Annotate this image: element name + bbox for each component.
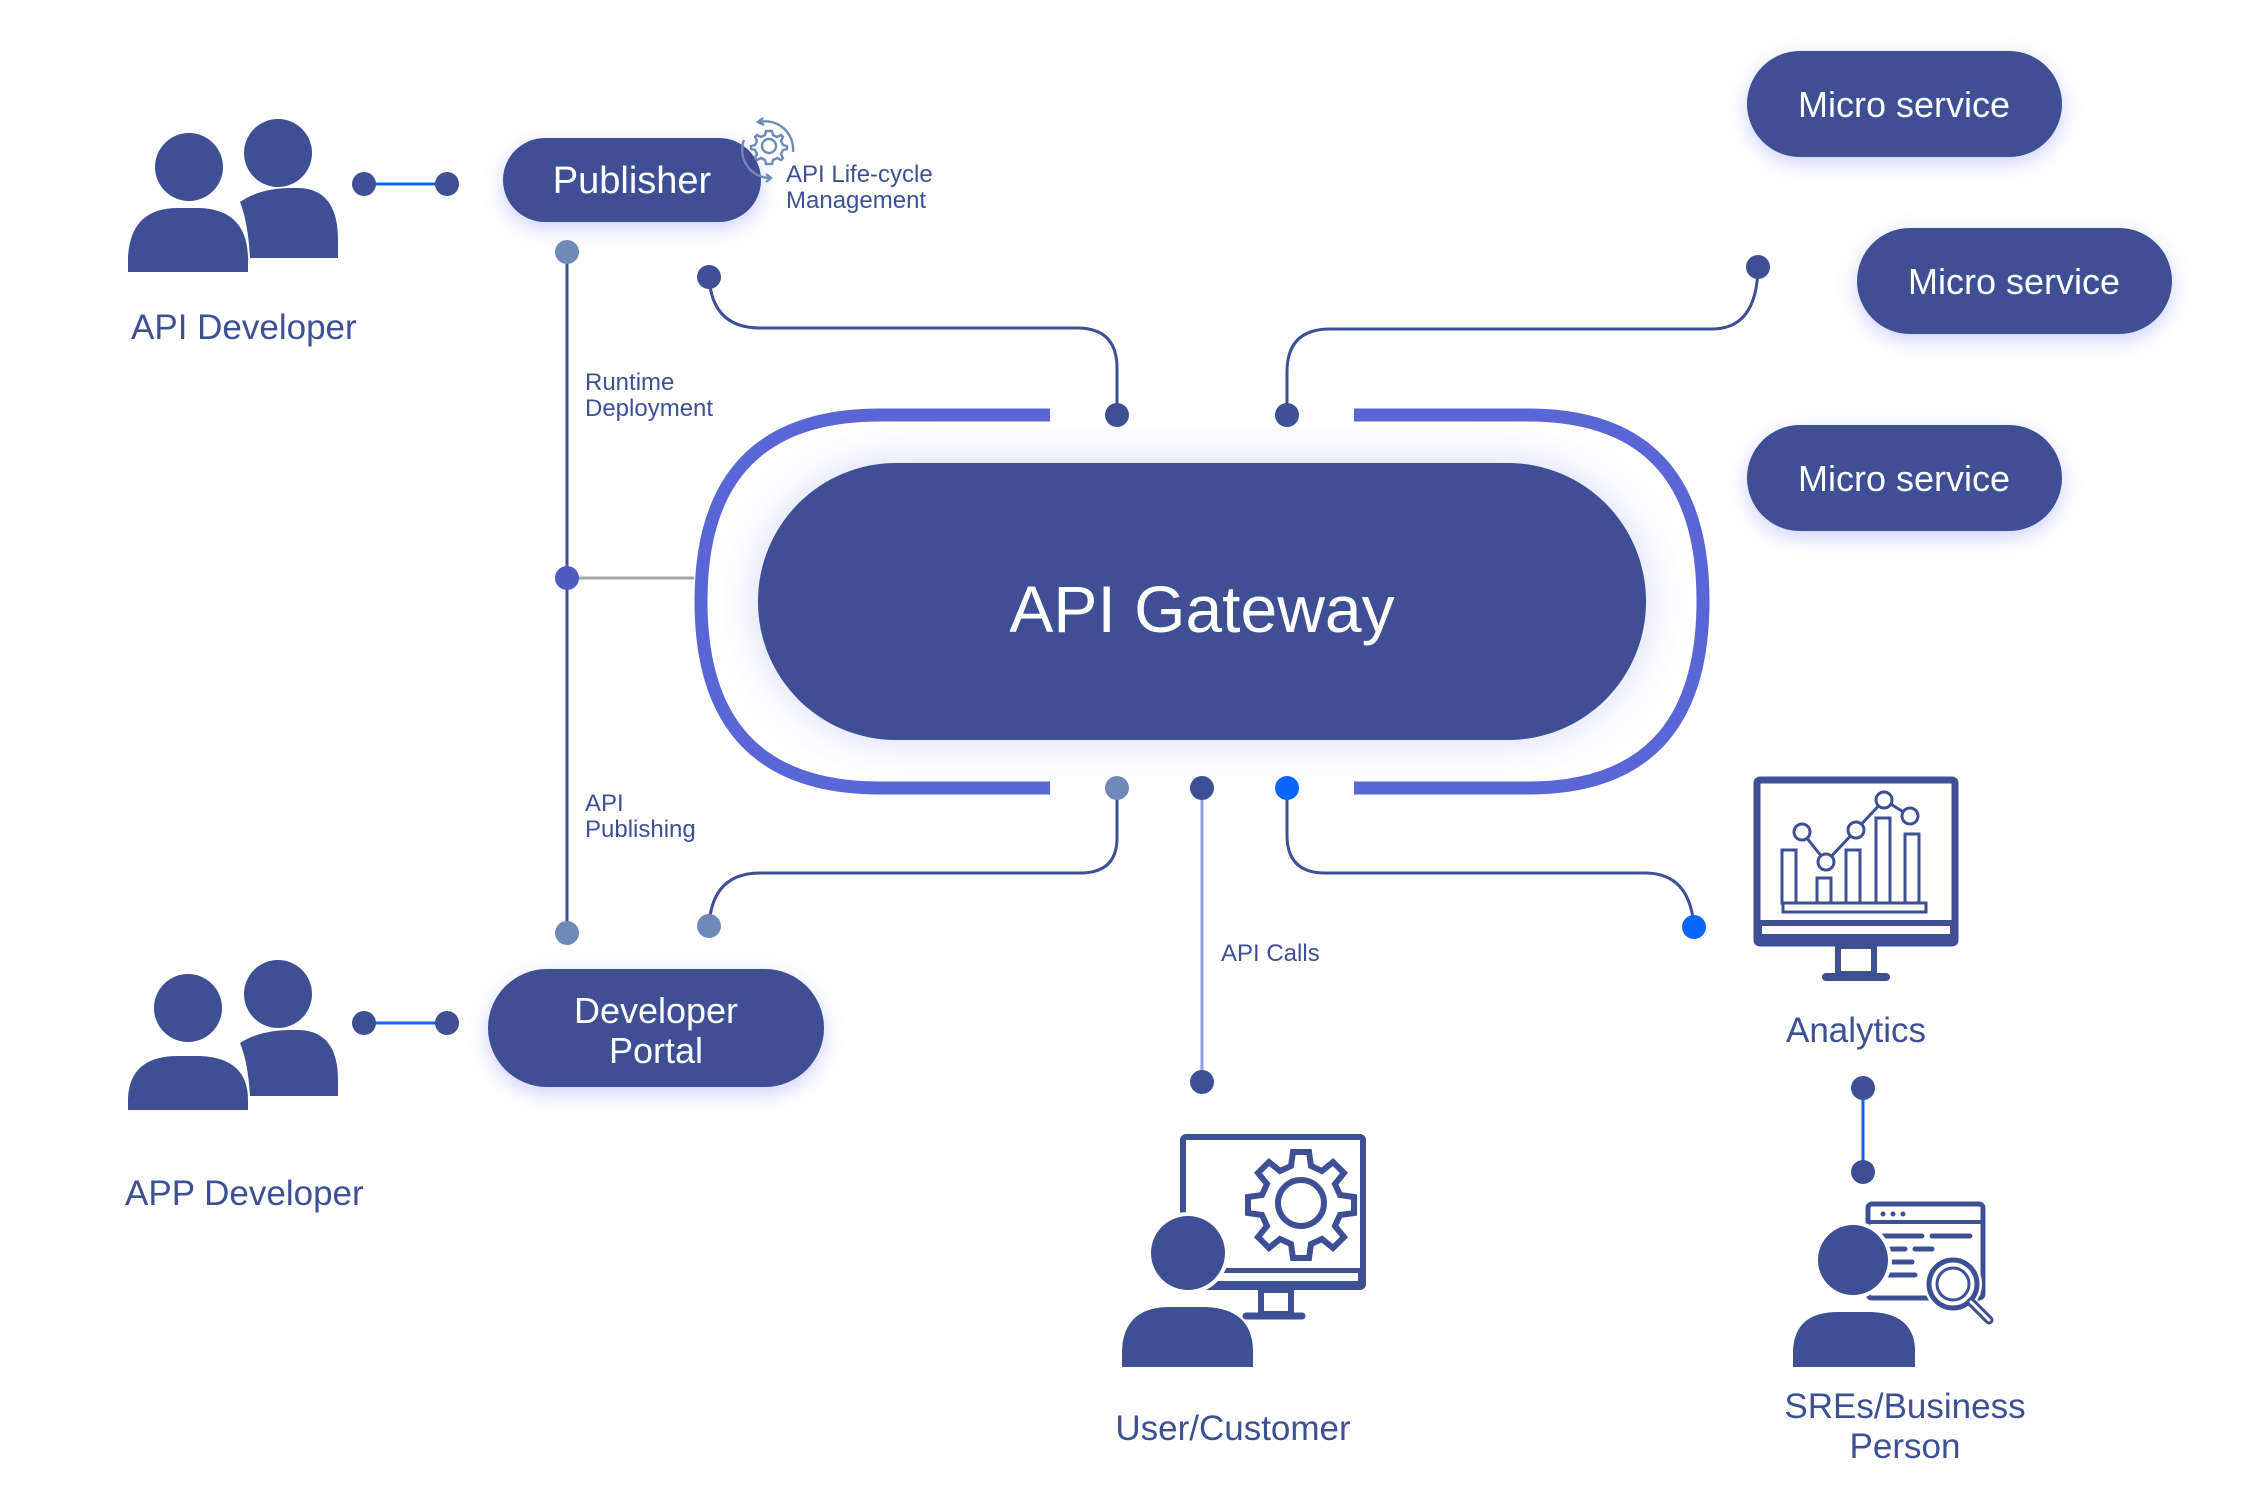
micro-service-2-label: Micro service (1908, 261, 2120, 302)
connector-dot (697, 914, 721, 938)
connector-dot (1105, 776, 1129, 800)
connector-dot (1746, 255, 1770, 279)
publishing-label-line2: Publishing (585, 816, 696, 843)
api-developer-icon (128, 119, 338, 272)
app-developer-icon (128, 960, 338, 1110)
gateway-portal-connector (707, 788, 1119, 927)
app-developer-label: APP Developer (125, 1174, 364, 1213)
analytics-label: Analytics (1786, 1011, 1926, 1050)
app-developer-connector (352, 1011, 459, 1035)
connector-dot (1275, 403, 1299, 427)
lifecycle-label-line1: API Life-cycle (786, 161, 933, 188)
connector-dot (697, 265, 721, 289)
sre-label-line1: SREs/Business (1784, 1387, 2025, 1426)
user-monitor-gear-icon (1122, 1134, 1366, 1367)
user-customer-label: User/Customer (1115, 1409, 1351, 1448)
publisher-gateway-connector (707, 276, 1119, 415)
runtime-label-line1: Runtime (585, 369, 674, 396)
lifecycle-label-line2: Management (786, 187, 926, 214)
sre-label-line2: Person (1850, 1427, 1961, 1466)
micro-service-1-label: Micro service (1798, 84, 2010, 125)
connector-dot (1682, 915, 1706, 939)
developer-portal-label-line1: Developer (574, 990, 738, 1031)
api-developer-label: API Developer (131, 308, 357, 347)
connector-dot (1105, 403, 1129, 427)
gateway-microservice-connector (1285, 266, 1760, 415)
api-calls-label: API Calls (1221, 940, 1320, 967)
publishing-label-line1: API (585, 790, 624, 817)
connector-dot (1275, 776, 1299, 800)
architecture-diagram: API Developer Publisher API Life-cycle M… (125, 51, 2172, 1466)
api-gateway-label: API Gateway (1009, 572, 1394, 646)
developer-portal-label-line2: Portal (609, 1030, 703, 1071)
api-calls-line (1190, 776, 1214, 1094)
runtime-label-line2: Deployment (585, 395, 713, 422)
gateway-analytics-connector (1285, 788, 1696, 928)
micro-service-3-label: Micro service (1798, 458, 2010, 499)
analytics-sre-connector (1851, 1076, 1875, 1184)
api-developer-connector (352, 172, 459, 196)
user-browser-search-icon (1793, 1201, 1994, 1367)
monitor-chart-icon (1753, 776, 1959, 981)
publisher-label: Publisher (553, 160, 712, 202)
